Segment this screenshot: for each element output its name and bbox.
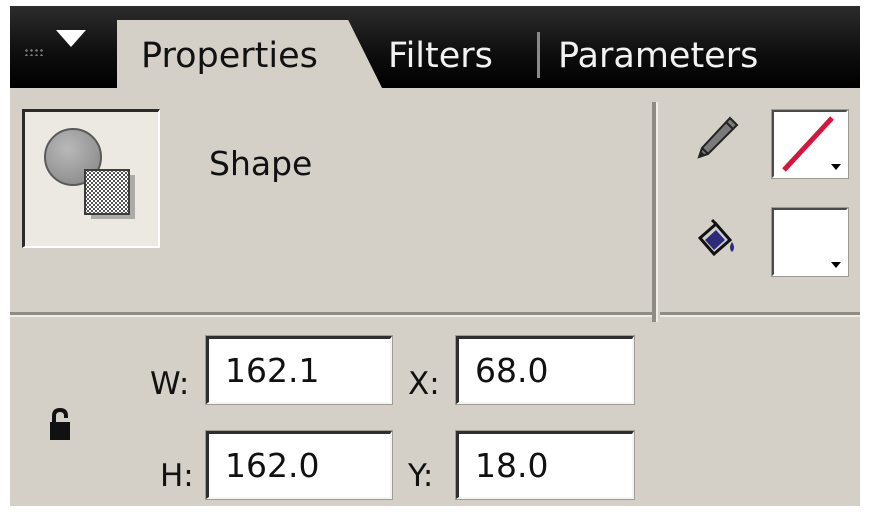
width-label: W: xyxy=(150,366,190,402)
selection-type-label: Shape xyxy=(209,144,313,183)
fill-color-swatch[interactable] xyxy=(772,208,848,276)
tab-bar: Properties Filters Parameters xyxy=(10,6,860,102)
chevron-down-icon xyxy=(831,262,841,268)
y-position-field[interactable] xyxy=(456,431,634,499)
shape-type-icon-box xyxy=(22,109,160,248)
width-field[interactable] xyxy=(206,336,392,404)
height-label: H: xyxy=(160,458,194,494)
tab-parameters[interactable]: Parameters xyxy=(558,36,758,76)
x-position-field[interactable] xyxy=(456,336,634,404)
drag-grip-icon[interactable] xyxy=(24,48,44,56)
y-label: Y: xyxy=(408,458,434,494)
paint-bucket-icon xyxy=(697,218,734,257)
horizontal-divider-right xyxy=(660,312,860,317)
horizontal-divider xyxy=(10,312,652,317)
panel-menu-triangle-icon[interactable] xyxy=(56,30,86,47)
pencil-icon xyxy=(697,116,739,159)
x-label: X: xyxy=(408,366,440,402)
height-field[interactable] xyxy=(206,431,392,499)
tab-filters[interactable]: Filters xyxy=(388,36,493,76)
property-inspector-panel: Properties Filters Parameters Shape W: 1… xyxy=(10,6,860,506)
unlocked-padlock-icon[interactable] xyxy=(48,408,72,444)
tab-properties[interactable]: Properties xyxy=(117,20,389,102)
tab-properties-label: Properties xyxy=(141,36,318,76)
tab-separator xyxy=(537,32,540,78)
vertical-divider xyxy=(652,102,658,322)
shape-icon xyxy=(44,128,135,219)
stroke-color-swatch[interactable] xyxy=(772,110,848,178)
chevron-down-icon xyxy=(831,164,841,170)
